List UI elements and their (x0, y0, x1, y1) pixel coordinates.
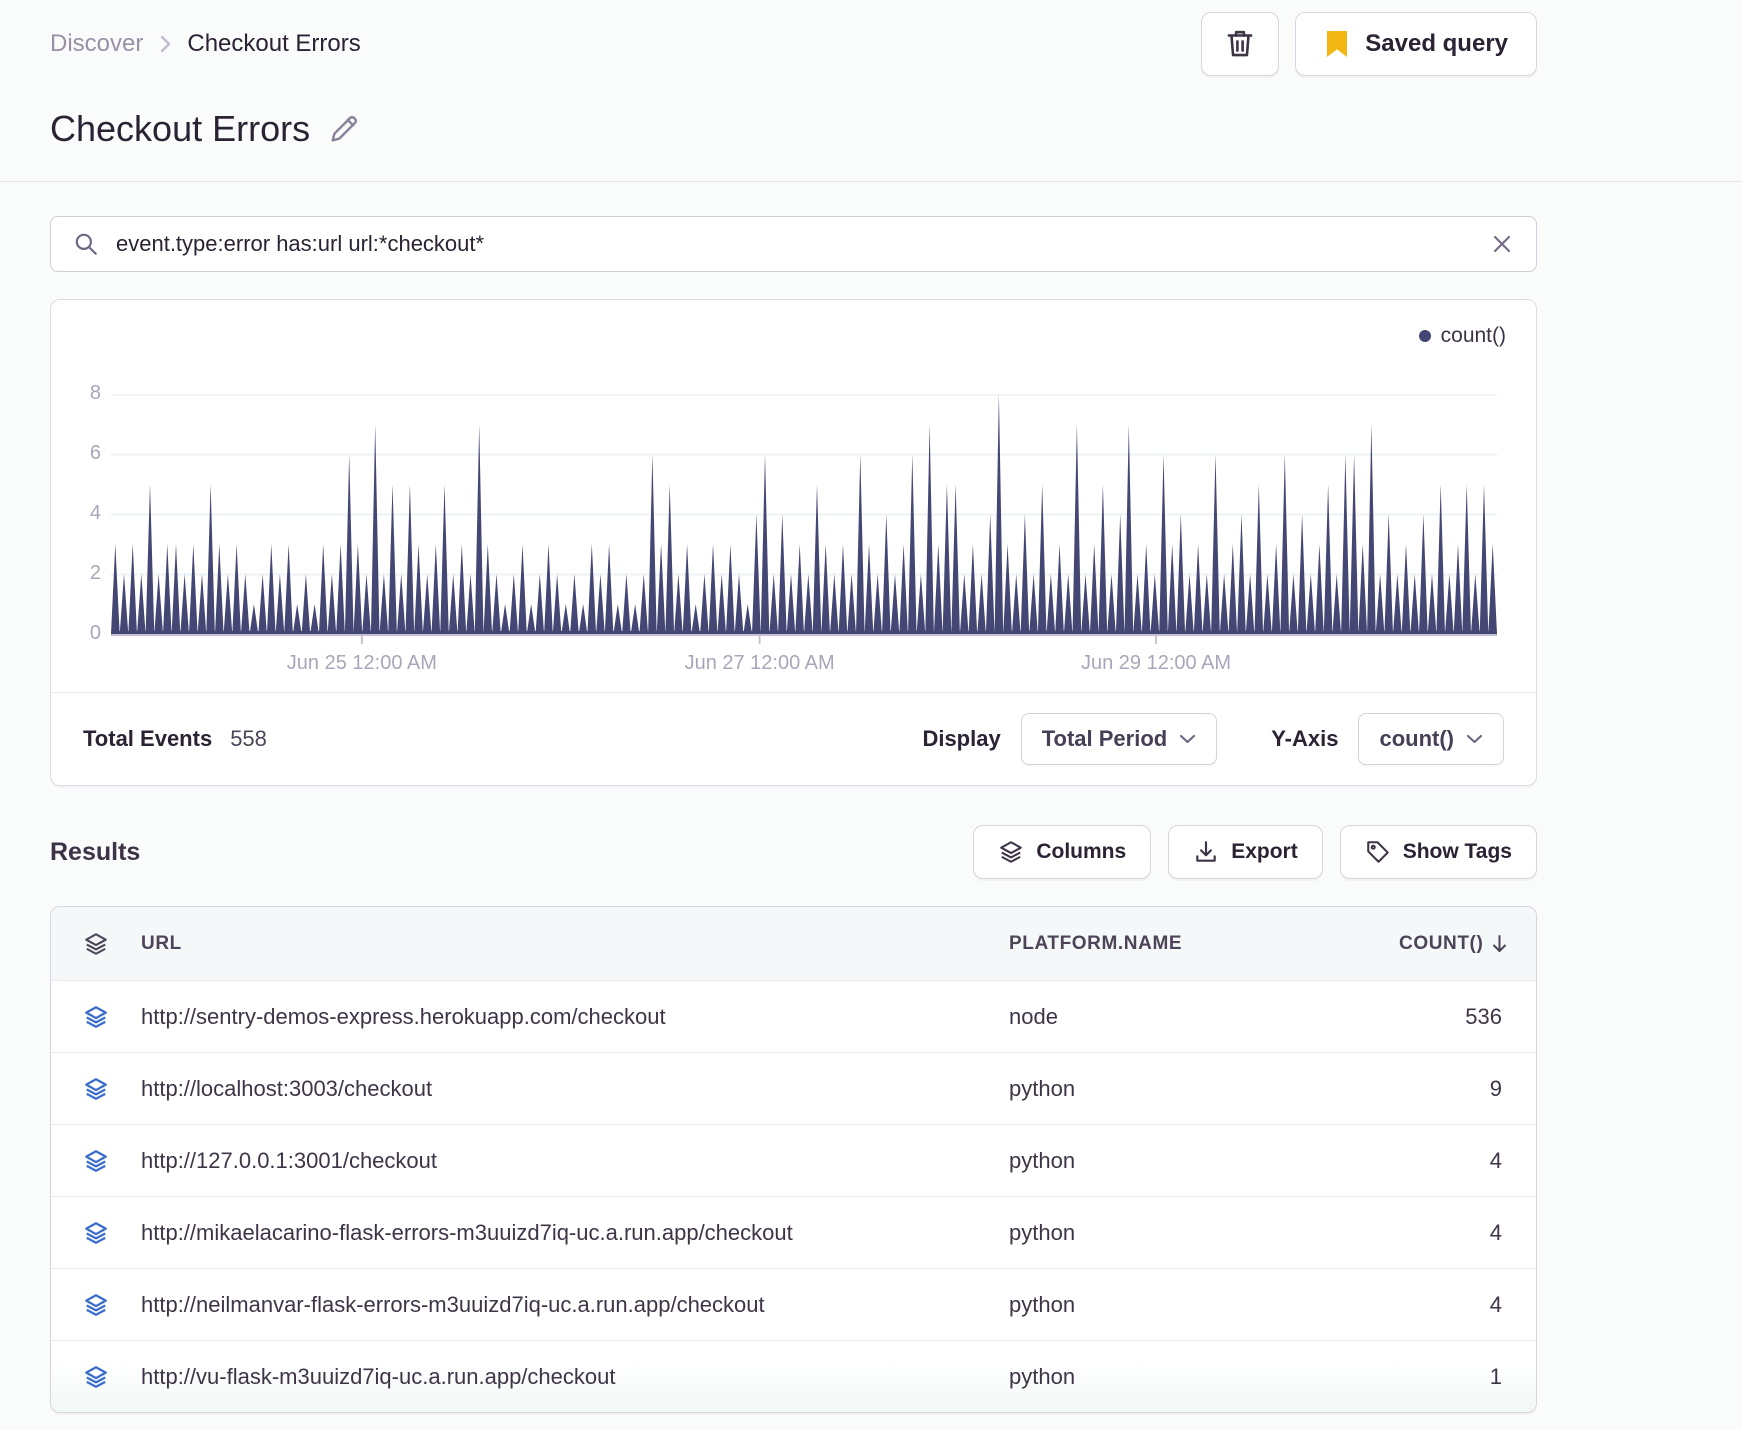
row-actions-layers-icon[interactable] (51, 1364, 141, 1390)
delete-query-button[interactable] (1201, 12, 1280, 76)
chevron-down-icon (1179, 733, 1196, 745)
results-table: URL PLATFORM.NAME COUNT() http://sentry-… (50, 906, 1537, 1413)
chart-legend-count[interactable]: count() (1418, 324, 1506, 348)
y-tick-label: 4 (89, 502, 101, 524)
columns-label: Columns (1036, 840, 1127, 863)
table-row: http://127.0.0.1:3001/checkout python 4 (51, 1124, 1536, 1196)
total-events-value: 558 (230, 726, 267, 751)
chevron-right-icon (157, 33, 173, 55)
page-title: Checkout Errors (50, 108, 311, 149)
yaxis-dropdown[interactable]: count() (1358, 713, 1504, 765)
row-count: 1 (1489, 1363, 1502, 1389)
column-header-url[interactable]: URL (141, 933, 1009, 955)
row-platform: python (1009, 1291, 1076, 1317)
row-url: http://vu-flask-m3uuizd7iq-uc.a.run.app/… (141, 1363, 616, 1389)
table-row: http://sentry-demos-express.herokuapp.co… (51, 980, 1536, 1052)
export-button[interactable]: Export (1168, 825, 1323, 879)
results-table-body: http://sentry-demos-express.herokuapp.co… (51, 980, 1536, 1412)
row-actions-layers-icon[interactable] (51, 1148, 141, 1174)
row-count: 536 (1465, 1003, 1502, 1029)
results-header-row: Results Columns Export Show Tags (50, 824, 1537, 880)
y-tick-label: 0 (89, 622, 101, 644)
tag-icon (1365, 839, 1391, 865)
row-count: 4 (1489, 1291, 1502, 1317)
events-chart-svg (111, 394, 1497, 644)
row-count: 4 (1489, 1219, 1502, 1245)
columns-button[interactable]: Columns (973, 825, 1152, 879)
total-events-label: Total Events (83, 726, 213, 751)
edit-title-pencil-icon[interactable] (328, 113, 360, 145)
page-title-row: Checkout Errors (50, 106, 1537, 152)
row-count: 4 (1489, 1147, 1502, 1173)
breadcrumb-current: Checkout Errors (187, 30, 361, 57)
results-actions: Columns Export Show Tags (973, 825, 1537, 879)
events-chart-plot[interactable] (111, 394, 1497, 646)
row-url: http://localhost:3003/checkout (141, 1075, 433, 1101)
y-tick-label: 8 (89, 382, 101, 404)
row-actions-layers-icon[interactable] (51, 1292, 141, 1318)
x-tick-label: Jun 25 12:00 AM (286, 652, 437, 674)
show-tags-label: Show Tags (1402, 840, 1512, 863)
table-row: http://vu-flask-m3uuizd7iq-uc.a.run.app/… (51, 1340, 1536, 1412)
row-count: 9 (1489, 1075, 1502, 1101)
display-dropdown-value: Total Period (1041, 726, 1168, 751)
top-bar: Discover Checkout Errors Saved query (50, 12, 1537, 76)
yaxis-label: Y-Axis (1271, 726, 1339, 751)
results-heading: Results (50, 837, 141, 866)
y-tick-label: 6 (89, 442, 101, 464)
table-row: http://neilmanvar-flask-errors-m3uuizd7i… (51, 1268, 1536, 1340)
x-tick-label: Jun 27 12:00 AM (684, 652, 835, 674)
display-label: Display (922, 726, 1001, 751)
table-header-row: URL PLATFORM.NAME COUNT() (51, 907, 1536, 980)
breadcrumb-discover-link[interactable]: Discover (50, 30, 143, 58)
discover-page: Discover Checkout Errors Saved query Che… (50, 0, 1537, 1413)
download-icon (1193, 839, 1219, 865)
saved-query-label: Saved query (1365, 30, 1508, 57)
row-url: http://neilmanvar-flask-errors-m3uuizd7i… (141, 1291, 765, 1317)
chart-footer: Total Events 558 Display Total Period Y-… (51, 692, 1536, 785)
top-actions: Saved query (1201, 12, 1537, 76)
column-header-platform[interactable]: PLATFORM.NAME (1009, 933, 1399, 955)
clear-search-icon[interactable] (1490, 232, 1514, 256)
yaxis-dropdown-value: count() (1379, 726, 1454, 751)
row-url: http://sentry-demos-express.herokuapp.co… (141, 1003, 666, 1029)
row-actions-layers-icon[interactable] (51, 1076, 141, 1102)
search-icon (73, 231, 99, 257)
show-tags-button[interactable]: Show Tags (1339, 825, 1537, 879)
layers-icon (998, 839, 1024, 865)
sort-desc-arrow-icon (1491, 934, 1508, 954)
x-tick-label: Jun 29 12:00 AM (1080, 652, 1232, 674)
chevron-down-icon (1466, 733, 1483, 745)
row-platform: python (1009, 1075, 1076, 1101)
row-platform: python (1009, 1147, 1076, 1173)
chart-y-axis: 8 6 4 2 0 (59, 382, 101, 644)
table-row: http://localhost:3003/checkout python 9 (51, 1052, 1536, 1124)
row-actions-layers-icon[interactable] (51, 1004, 141, 1030)
legend-label: count() (1440, 324, 1506, 347)
export-label: Export (1231, 840, 1298, 863)
chart-controls: Display Total Period Y-Axis count() (922, 713, 1504, 765)
search-bar: event.type:error has:url url:*checkout* (50, 216, 1537, 272)
row-platform: python (1009, 1363, 1076, 1389)
trash-icon (1224, 27, 1256, 61)
events-chart-panel: count() 8 6 4 2 0 Jun 25 12:00 AM Jun 27 12:0… (50, 299, 1537, 786)
search-input[interactable]: event.type:error has:url url:*checkout* (116, 231, 1473, 257)
row-actions-layers-icon[interactable] (51, 1220, 141, 1246)
row-url: http://127.0.0.1:3001/checkout (141, 1147, 438, 1173)
bookmark-icon (1324, 29, 1350, 59)
row-url: http://mikaelacarino-flask-errors-m3uuiz… (141, 1219, 793, 1245)
row-platform: node (1009, 1003, 1058, 1029)
header-divider (0, 181, 1742, 182)
breadcrumb: Discover Checkout Errors (50, 12, 361, 76)
table-header-layers-icon[interactable] (51, 931, 141, 957)
saved-query-button[interactable]: Saved query (1295, 12, 1537, 76)
row-platform: python (1009, 1219, 1076, 1245)
table-row: http://mikaelacarino-flask-errors-m3uuiz… (51, 1196, 1536, 1268)
display-dropdown[interactable]: Total Period (1020, 713, 1218, 765)
chart-x-axis: Jun 25 12:00 AM Jun 27 12:00 AM Jun 29 12:… (111, 652, 1497, 678)
legend-dot (1418, 330, 1431, 342)
column-header-count[interactable]: COUNT() (1399, 932, 1536, 955)
y-tick-label: 2 (89, 562, 101, 584)
count-header-label: COUNT() (1399, 932, 1484, 954)
